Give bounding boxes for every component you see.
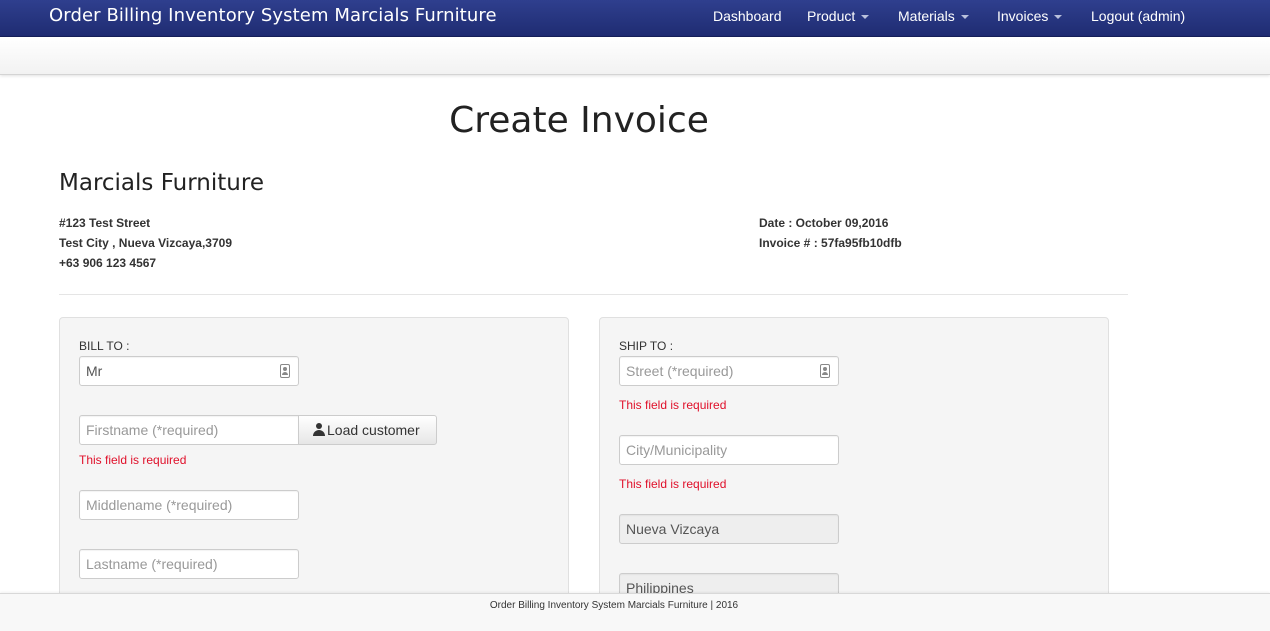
- page-title: Create Invoice: [449, 100, 709, 141]
- nav-dashboard-label: Dashboard: [713, 8, 782, 24]
- street-input[interactable]: Street (*required): [619, 356, 839, 386]
- company-city: Test City , Nueva Vizcaya,3709: [59, 236, 232, 250]
- nav-invoices-label: Invoices: [997, 8, 1049, 24]
- caret-down-icon: [1054, 15, 1063, 20]
- bill-to-label: BILL TO :: [79, 339, 130, 353]
- title-field[interactable]: Mr: [79, 356, 299, 386]
- street-placeholder: Street (*required): [626, 363, 734, 379]
- invoice-number: Invoice # : 57fa95fb10dfb: [759, 236, 902, 250]
- nav-invoices[interactable]: Invoices: [997, 8, 1063, 24]
- invoice-date: Date : October 09,2016: [759, 216, 889, 230]
- street-error: This field is required: [619, 398, 727, 412]
- divider: [59, 294, 1128, 295]
- nav-product[interactable]: Product: [807, 8, 870, 24]
- nav-logout-label: Logout (admin): [1091, 8, 1186, 24]
- title-field-value: Mr: [86, 363, 103, 379]
- city-error: This field is required: [619, 477, 727, 491]
- caret-down-icon: [960, 15, 969, 20]
- user-icon: [313, 423, 325, 436]
- firstname-placeholder: Firstname (*required): [86, 422, 219, 438]
- lastname-placeholder: Lastname (*required): [86, 556, 218, 572]
- nav-logout[interactable]: Logout (admin): [1091, 8, 1185, 24]
- middlename-input[interactable]: Middlename (*required): [79, 490, 299, 520]
- nav-materials[interactable]: Materials: [898, 8, 969, 24]
- caret-down-icon: [861, 15, 870, 20]
- invoice-meta: Date : October 09,2016 Invoice # : 57fa9…: [759, 213, 902, 253]
- footer: Order Billing Inventory System Marcials …: [0, 593, 1270, 631]
- city-placeholder: City/Municipality: [626, 442, 728, 458]
- footer-text: Order Billing Inventory System Marcials …: [489, 600, 739, 611]
- load-customer-button[interactable]: Load customer: [298, 415, 437, 445]
- nav-materials-label: Materials: [898, 8, 955, 24]
- ship-to-label: SHIP TO :: [619, 339, 674, 353]
- company-phone: +63 906 123 4567: [59, 256, 157, 270]
- middlename-placeholder: Middlename (*required): [86, 497, 233, 513]
- contact-card-icon: [280, 364, 290, 378]
- nav-dashboard[interactable]: Dashboard: [713, 8, 782, 24]
- company-name: Marcials Furniture: [59, 170, 264, 196]
- company-street: #123 Test Street: [59, 216, 151, 230]
- firstname-input[interactable]: Firstname (*required): [79, 415, 299, 445]
- province-field: Nueva Vizcaya: [619, 514, 839, 544]
- load-customer-label: Load customer: [327, 422, 420, 438]
- city-input[interactable]: City/Municipality: [619, 435, 839, 465]
- secondary-toolbar: [0, 37, 1270, 75]
- firstname-error: This field is required: [79, 453, 187, 467]
- nav-product-label: Product: [807, 8, 856, 24]
- company-address: #123 Test Street Test City , Nueva Vizca…: [59, 213, 232, 273]
- brand-title[interactable]: Order Billing Inventory System Marcials …: [49, 5, 497, 26]
- lastname-input[interactable]: Lastname (*required): [79, 549, 299, 579]
- top-navbar: Order Billing Inventory System Marcials …: [0, 0, 1270, 37]
- province-value: Nueva Vizcaya: [626, 521, 720, 537]
- contact-card-icon: [820, 364, 830, 378]
